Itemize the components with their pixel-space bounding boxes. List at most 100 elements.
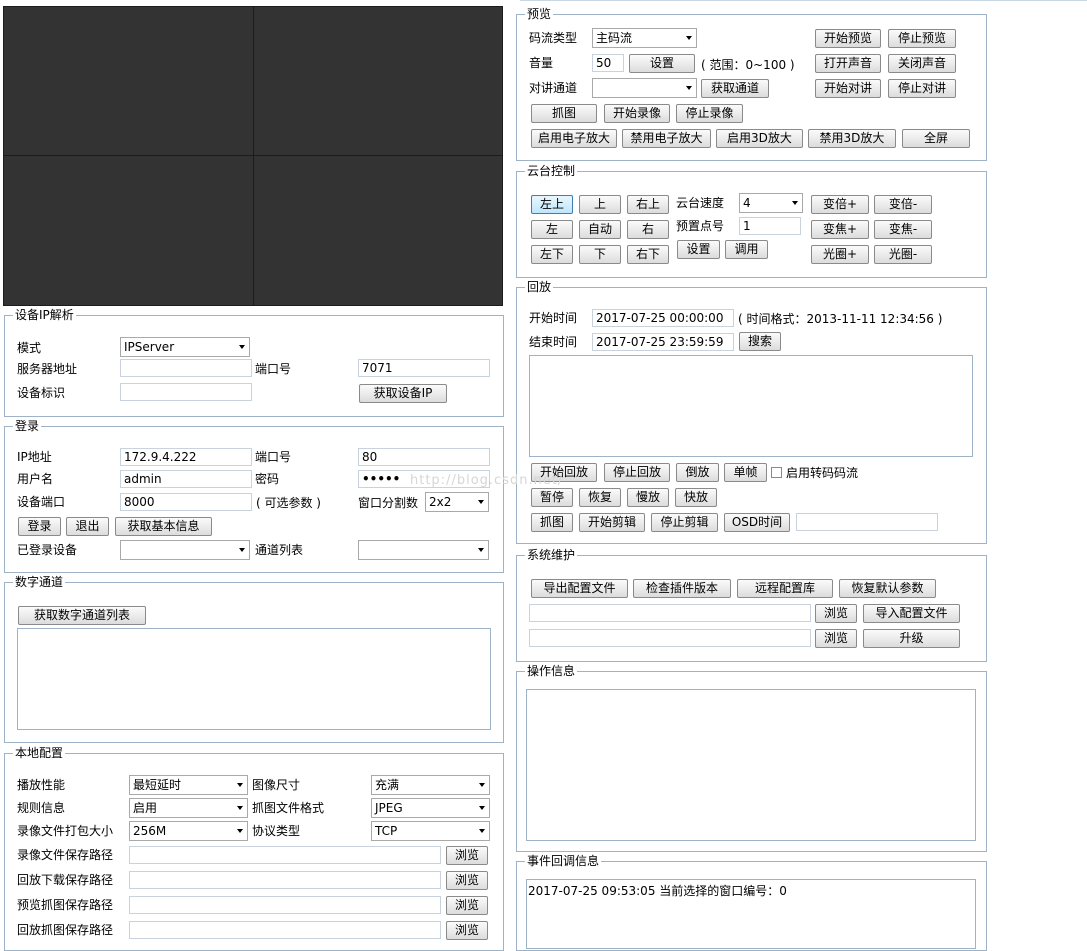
- export-config-button[interactable]: 导出配置文件: [531, 579, 628, 598]
- device-port-input[interactable]: 8000: [120, 493, 252, 511]
- ptz-up-right-button[interactable]: 右上: [627, 195, 669, 214]
- import-config-button[interactable]: 导入配置文件: [863, 604, 960, 623]
- get-device-ip-button[interactable]: 获取设备IP: [359, 384, 447, 403]
- enable-ezoom-button[interactable]: 启用电子放大: [531, 129, 617, 148]
- window-split-select[interactable]: 2x2: [425, 492, 489, 512]
- ptz-auto-button[interactable]: 自动: [579, 220, 621, 239]
- volume-input[interactable]: 50: [592, 54, 624, 72]
- browse-upgrade-button[interactable]: 浏览: [815, 629, 857, 648]
- image-size-select[interactable]: 充满: [371, 775, 490, 795]
- start-talk-button[interactable]: 开始对讲: [815, 79, 881, 98]
- video-window-3[interactable]: [3, 155, 254, 306]
- video-window-4[interactable]: [253, 155, 503, 306]
- protocol-type-select[interactable]: TCP: [371, 821, 490, 841]
- disable-ezoom-button[interactable]: 禁用电子放大: [622, 129, 711, 148]
- end-time-input[interactable]: 2017-07-25 23:59:59: [592, 333, 734, 351]
- transcode-checkbox[interactable]: [771, 467, 782, 478]
- browse-playback-capture-path-button[interactable]: 浏览: [446, 921, 488, 940]
- upgrade-button[interactable]: 升级: [863, 629, 960, 648]
- open-sound-button[interactable]: 打开声音: [815, 54, 881, 73]
- digital-channel-list[interactable]: [17, 628, 491, 730]
- ip-parse-port-input[interactable]: 7071: [358, 359, 490, 377]
- ptz-down-button[interactable]: 下: [579, 245, 621, 264]
- ptz-down-left-button[interactable]: 左下: [531, 245, 573, 264]
- channel-list-select[interactable]: [358, 540, 489, 560]
- stop-clip-button[interactable]: 停止剪辑: [651, 513, 718, 532]
- ptz-speed-select[interactable]: 4: [739, 193, 803, 213]
- ptz-up-left-button[interactable]: 左上: [531, 195, 573, 214]
- disable-3d-zoom-button[interactable]: 禁用3D放大: [808, 129, 896, 148]
- volume-set-button[interactable]: 设置: [629, 54, 695, 73]
- playback-capture-button[interactable]: 抓图: [531, 513, 573, 532]
- browse-download-path-button[interactable]: 浏览: [446, 871, 488, 890]
- username-input[interactable]: admin: [120, 470, 252, 488]
- login-port-input[interactable]: 80: [358, 448, 490, 466]
- ptz-left-button[interactable]: 左: [531, 220, 573, 239]
- import-file-path-input[interactable]: [529, 604, 811, 622]
- iris-out-button[interactable]: 光圈-: [874, 245, 932, 264]
- get-channel-button[interactable]: 获取通道: [701, 79, 769, 98]
- ip-address-input[interactable]: 172.9.4.222: [120, 448, 252, 466]
- ptz-right-button[interactable]: 右: [627, 220, 669, 239]
- preview-capture-path-input[interactable]: [129, 896, 441, 914]
- video-window-2[interactable]: [253, 6, 503, 156]
- get-digital-channel-list-button[interactable]: 获取数字通道列表: [18, 606, 146, 625]
- capture-format-select[interactable]: JPEG: [371, 798, 490, 818]
- start-time-input[interactable]: 2017-07-25 00:00:00: [592, 309, 734, 327]
- playback-capture-path-input[interactable]: [129, 921, 441, 939]
- browse-import-button[interactable]: 浏览: [815, 604, 857, 623]
- preset-input[interactable]: 1: [739, 217, 801, 235]
- stream-type-select[interactable]: 主码流: [592, 28, 697, 48]
- zoom-in-button[interactable]: 变倍+: [811, 195, 869, 214]
- video-window-1[interactable]: [3, 6, 254, 156]
- iris-in-button[interactable]: 光圈+: [811, 245, 869, 264]
- start-clip-button[interactable]: 开始剪辑: [579, 513, 645, 532]
- logout-button[interactable]: 退出: [66, 517, 109, 536]
- preset-call-button[interactable]: 调用: [725, 240, 768, 259]
- record-pack-size-select[interactable]: 256M: [129, 821, 248, 841]
- zoom-out-button[interactable]: 变倍-: [874, 195, 932, 214]
- stop-record-button[interactable]: 停止录像: [676, 104, 743, 123]
- server-address-input[interactable]: [120, 359, 252, 377]
- download-path-input[interactable]: [129, 871, 441, 889]
- stop-playback-button[interactable]: 停止回放: [604, 463, 670, 482]
- single-frame-button[interactable]: 单帧: [724, 463, 767, 482]
- close-sound-button[interactable]: 关闭声音: [888, 54, 956, 73]
- restore-default-button[interactable]: 恢复默认参数: [839, 579, 936, 598]
- video-grid[interactable]: [3, 6, 503, 306]
- start-preview-button[interactable]: 开始预览: [815, 29, 881, 48]
- play-performance-select[interactable]: 最短延时: [129, 775, 248, 795]
- get-basic-info-button[interactable]: 获取基本信息: [115, 517, 212, 536]
- osd-time-button[interactable]: OSD时间: [724, 513, 790, 532]
- rule-info-select[interactable]: 启用: [129, 798, 248, 818]
- slow-button[interactable]: 慢放: [627, 488, 669, 507]
- search-button[interactable]: 搜索: [739, 332, 781, 351]
- osd-time-input[interactable]: [796, 513, 938, 531]
- device-id-input[interactable]: [120, 383, 252, 401]
- pause-button[interactable]: 暂停: [531, 488, 573, 507]
- talk-channel-select[interactable]: [592, 78, 697, 98]
- enable-3d-zoom-button[interactable]: 启用3D放大: [716, 129, 803, 148]
- ptz-up-button[interactable]: 上: [579, 195, 621, 214]
- upgrade-file-path-input[interactable]: [529, 629, 811, 647]
- browse-preview-capture-path-button[interactable]: 浏览: [446, 896, 488, 915]
- focus-out-button[interactable]: 变焦-: [874, 220, 932, 239]
- check-plugin-button[interactable]: 检查插件版本: [633, 579, 731, 598]
- fast-button[interactable]: 快放: [675, 488, 717, 507]
- stop-talk-button[interactable]: 停止对讲: [888, 79, 956, 98]
- ptz-down-right-button[interactable]: 右下: [627, 245, 669, 264]
- resume-button[interactable]: 恢复: [579, 488, 621, 507]
- logged-devices-select[interactable]: [120, 540, 250, 560]
- event-info-log[interactable]: 2017-07-25 09:53:05 当前选择的窗口编号：0: [526, 879, 976, 949]
- playback-file-list[interactable]: [529, 355, 973, 457]
- focus-in-button[interactable]: 变焦+: [811, 220, 869, 239]
- preset-set-button[interactable]: 设置: [677, 240, 720, 259]
- browse-record-path-button[interactable]: 浏览: [446, 846, 488, 865]
- start-record-button[interactable]: 开始录像: [604, 104, 670, 123]
- preview-capture-button[interactable]: 抓图: [531, 104, 597, 123]
- stop-preview-button[interactable]: 停止预览: [888, 29, 956, 48]
- login-button[interactable]: 登录: [18, 517, 61, 536]
- reverse-button[interactable]: 倒放: [676, 463, 719, 482]
- record-path-input[interactable]: [129, 846, 441, 864]
- remote-config-button[interactable]: 远程配置库: [737, 579, 833, 598]
